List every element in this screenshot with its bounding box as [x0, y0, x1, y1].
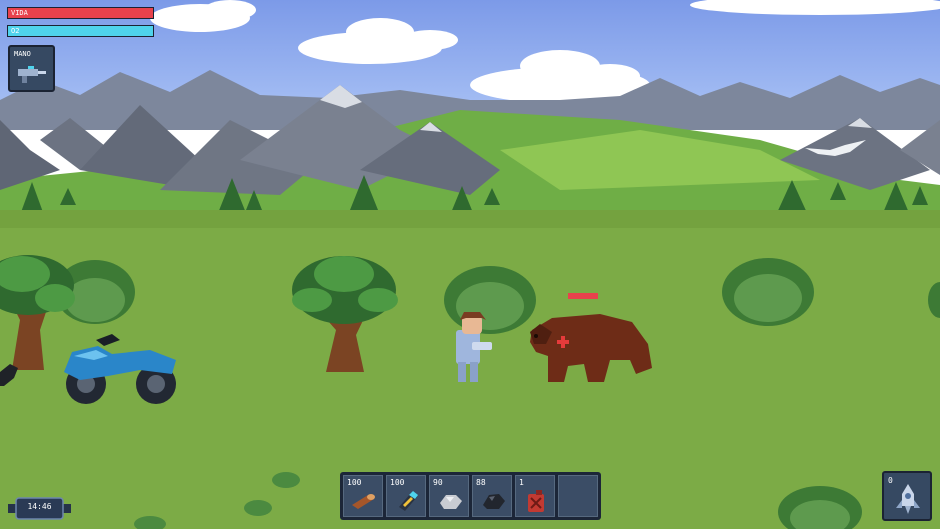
health-label: VIDA [11, 9, 28, 17]
wood-log-icon [352, 494, 375, 509]
rocket-icon [896, 484, 920, 514]
game-world [0, 0, 940, 529]
clock-time: 14:46 [27, 502, 52, 511]
oxygen-bar-fill [8, 26, 153, 36]
equipped-weapon-slot[interactable]: MANO [8, 45, 55, 92]
fuel-can-icon [528, 490, 544, 512]
item-count: 100 [347, 478, 362, 487]
coal-icon [483, 494, 505, 509]
oxygen-bar: O2 [7, 25, 154, 37]
energy-cell-icon [399, 491, 418, 511]
enemy-health-bar [568, 293, 598, 299]
health-bar: VIDA [7, 7, 154, 19]
game-clock: 14:46 [8, 497, 71, 520]
hotbar-slot-3[interactable]: 90 [429, 475, 469, 517]
hotbar-slot-1[interactable]: 100 [343, 475, 383, 517]
item-count: 1 [519, 478, 524, 487]
health-bar-fill [8, 8, 153, 18]
hotbar-slot-5[interactable]: 1 [515, 475, 555, 517]
item-count: 90 [433, 478, 443, 487]
blaster-icon [18, 66, 46, 83]
hotbar-slot-6[interactable] [558, 475, 598, 517]
oxygen-label: O2 [11, 27, 20, 35]
item-count: 88 [476, 478, 486, 487]
iron-ore-icon [440, 495, 462, 509]
item-count: 100 [390, 478, 405, 487]
inventory-hotbar: 100 100 90 88 1 [340, 472, 601, 520]
rocket-slot[interactable]: 0 [882, 471, 932, 521]
weapon-label: MANO [14, 50, 31, 58]
hotbar-slot-4[interactable]: 88 [472, 475, 512, 517]
hotbar-slot-2[interactable]: 100 [386, 475, 426, 517]
